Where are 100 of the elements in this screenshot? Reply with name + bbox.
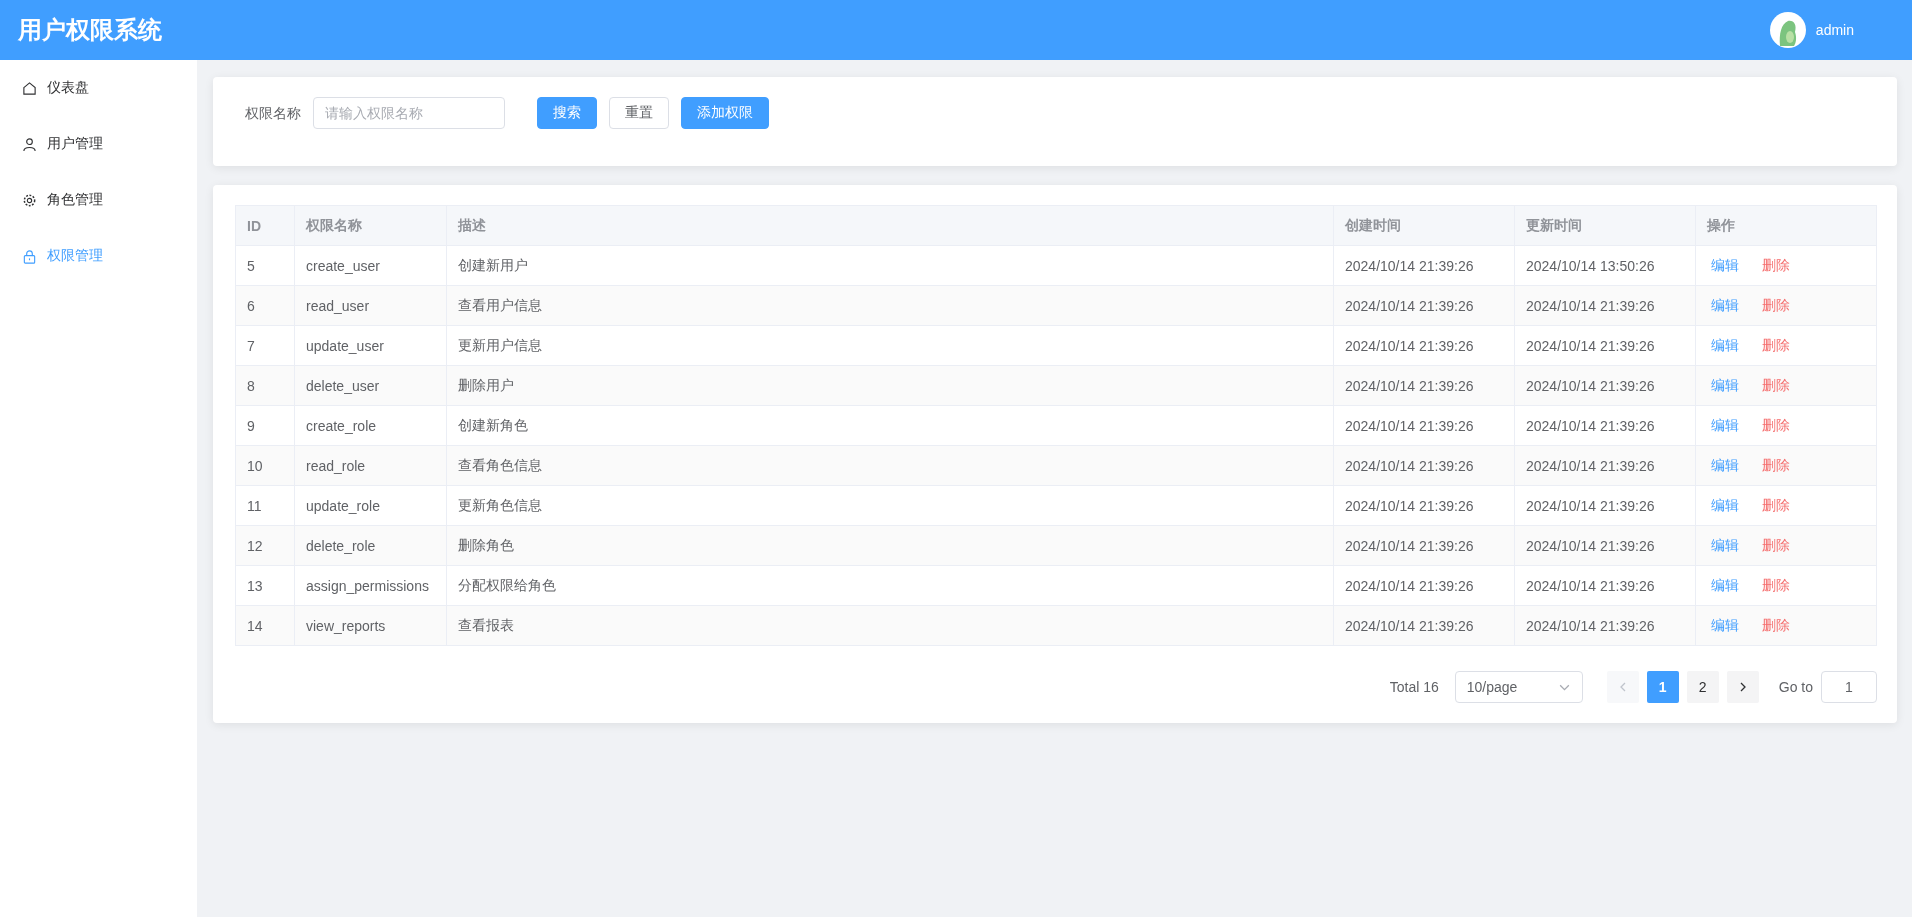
table-cell: 更新角色信息 [446, 485, 1334, 526]
primary-button[interactable]: 添加权限 [681, 97, 769, 129]
delete-link[interactable]: 删除 [1762, 496, 1790, 513]
delete-link[interactable]: 删除 [1762, 416, 1790, 433]
page-button[interactable]: 2 [1686, 671, 1719, 703]
edit-link[interactable]: 编辑 [1711, 296, 1739, 313]
column-header: ID [235, 205, 295, 246]
app-title: 用户权限系统 [18, 15, 162, 45]
table-cell: 2024/10/14 21:39:26 [1333, 525, 1515, 566]
delete-link[interactable]: 删除 [1762, 376, 1790, 393]
goto-field[interactable]: 1 [1821, 671, 1877, 703]
table-cell: 2024/10/14 21:39:26 [1333, 245, 1515, 286]
table-cell: 2024/10/14 21:39:26 [1333, 565, 1515, 606]
user-name[interactable]: admin [1815, 22, 1854, 38]
table-cell: update_role [294, 485, 447, 526]
sidebar-item[interactable]: 用户管理 [0, 116, 197, 172]
table-cell: 2024/10/14 13:50:26 [1514, 245, 1696, 286]
table-cell: 分配权限给角色 [446, 565, 1334, 606]
table-cell: 2024/10/14 21:39:26 [1514, 445, 1696, 486]
table-cell: 12 [235, 525, 295, 566]
search-field[interactable]: 请输入权限名称 [313, 97, 505, 129]
table-cell: 2024/10/14 21:39:26 [1514, 605, 1696, 646]
table-cell: assign_permissions [294, 565, 447, 606]
delete-link[interactable]: 删除 [1762, 336, 1790, 353]
edit-link[interactable]: 编辑 [1711, 576, 1739, 593]
delete-link[interactable]: 删除 [1762, 256, 1790, 273]
column-header: 更新时间 [1514, 205, 1696, 246]
edit-link[interactable]: 编辑 [1711, 376, 1739, 393]
table-cell: 2024/10/14 21:39:26 [1333, 325, 1515, 366]
table-cell: read_user [294, 285, 447, 326]
column-header: 权限名称 [294, 205, 447, 246]
user-icon [22, 136, 37, 152]
goto-label: Go to [1778, 679, 1813, 695]
table-cell: 6 [235, 285, 295, 326]
edit-link[interactable]: 编辑 [1711, 616, 1739, 633]
column-header: 操作 [1695, 205, 1877, 246]
table-cell: 2024/10/14 21:39:26 [1333, 605, 1515, 646]
table-cell: 查看报表 [446, 605, 1334, 646]
reset-button[interactable]: 重置 [609, 97, 669, 129]
settings-icon [22, 192, 37, 208]
table-cell: 2024/10/14 21:39:26 [1514, 485, 1696, 526]
table-cell: 2024/10/14 21:39:26 [1333, 485, 1515, 526]
table-cell: view_reports [294, 605, 447, 646]
table-cell: 2024/10/14 21:39:26 [1514, 365, 1696, 406]
table-cell: 2024/10/14 21:39:26 [1333, 365, 1515, 406]
column-header: 创建时间 [1333, 205, 1515, 246]
delete-link[interactable]: 删除 [1762, 616, 1790, 633]
delete-link[interactable]: 删除 [1762, 296, 1790, 313]
table-cell: update_user [294, 325, 447, 366]
table-cell: 5 [235, 245, 295, 286]
table-cell: 10 [235, 445, 295, 486]
table-cell: 11 [235, 485, 295, 526]
table-cell: 2024/10/14 21:39:26 [1514, 405, 1696, 446]
table-cell: delete_user [294, 365, 447, 406]
table-cell: 更新用户信息 [446, 325, 1334, 366]
column-header: 描述 [446, 205, 1334, 246]
edit-link[interactable]: 编辑 [1711, 536, 1739, 553]
delete-link[interactable]: 删除 [1762, 536, 1790, 553]
table-cell: 14 [235, 605, 295, 646]
previous-page-button[interactable] [1606, 671, 1639, 703]
table-cell: 2024/10/14 21:39:26 [1514, 565, 1696, 606]
table-cell: 2024/10/14 21:39:26 [1333, 445, 1515, 486]
table-cell: 2024/10/14 21:39:26 [1514, 325, 1696, 366]
table-cell: 2024/10/14 21:39:26 [1514, 525, 1696, 566]
next-page-button[interactable] [1726, 671, 1759, 703]
table-cell: read_role [294, 445, 447, 486]
table-cell: 8 [235, 365, 295, 406]
sidebar-item[interactable]: 角色管理 [0, 172, 197, 228]
table-cell: 2024/10/14 21:39:26 [1333, 285, 1515, 326]
table-cell: 7 [235, 325, 295, 366]
table-cell: 13 [235, 565, 295, 606]
home-icon [22, 80, 37, 96]
table-cell: 2024/10/14 21:39:26 [1333, 405, 1515, 446]
avatar-icon[interactable] [1769, 12, 1806, 48]
table-cell: create_user [294, 245, 447, 286]
table-cell: 创建新角色 [446, 405, 1334, 446]
table-cell: 删除用户 [446, 365, 1334, 406]
table-cell: 查看角色信息 [446, 445, 1334, 486]
lock-icon [22, 248, 37, 264]
table-cell: create_role [294, 405, 447, 446]
page-size-select[interactable]: 10/page [1454, 671, 1583, 703]
edit-link[interactable]: 编辑 [1711, 256, 1739, 273]
table-cell: 2024/10/14 21:39:26 [1514, 285, 1696, 326]
total-count: Total 16 [1389, 679, 1439, 695]
sidebar-item[interactable]: 仪表盘 [0, 60, 197, 116]
edit-link[interactable]: 编辑 [1711, 456, 1739, 473]
edit-link[interactable]: 编辑 [1711, 336, 1739, 353]
field-label: 权限名称 [245, 104, 301, 123]
edit-link[interactable]: 编辑 [1711, 416, 1739, 433]
table-cell: 创建新用户 [446, 245, 1334, 286]
sidebar-item[interactable]: 权限管理 [0, 228, 197, 284]
primary-button[interactable]: 搜索 [537, 97, 597, 129]
delete-link[interactable]: 删除 [1762, 456, 1790, 473]
table-cell: 查看用户信息 [446, 285, 1334, 326]
edit-link[interactable]: 编辑 [1711, 496, 1739, 513]
page-button[interactable]: 1 [1646, 671, 1679, 703]
table-cell: 删除角色 [446, 525, 1334, 566]
delete-link[interactable]: 删除 [1762, 576, 1790, 593]
table-cell: delete_role [294, 525, 447, 566]
table-cell: 9 [235, 405, 295, 446]
